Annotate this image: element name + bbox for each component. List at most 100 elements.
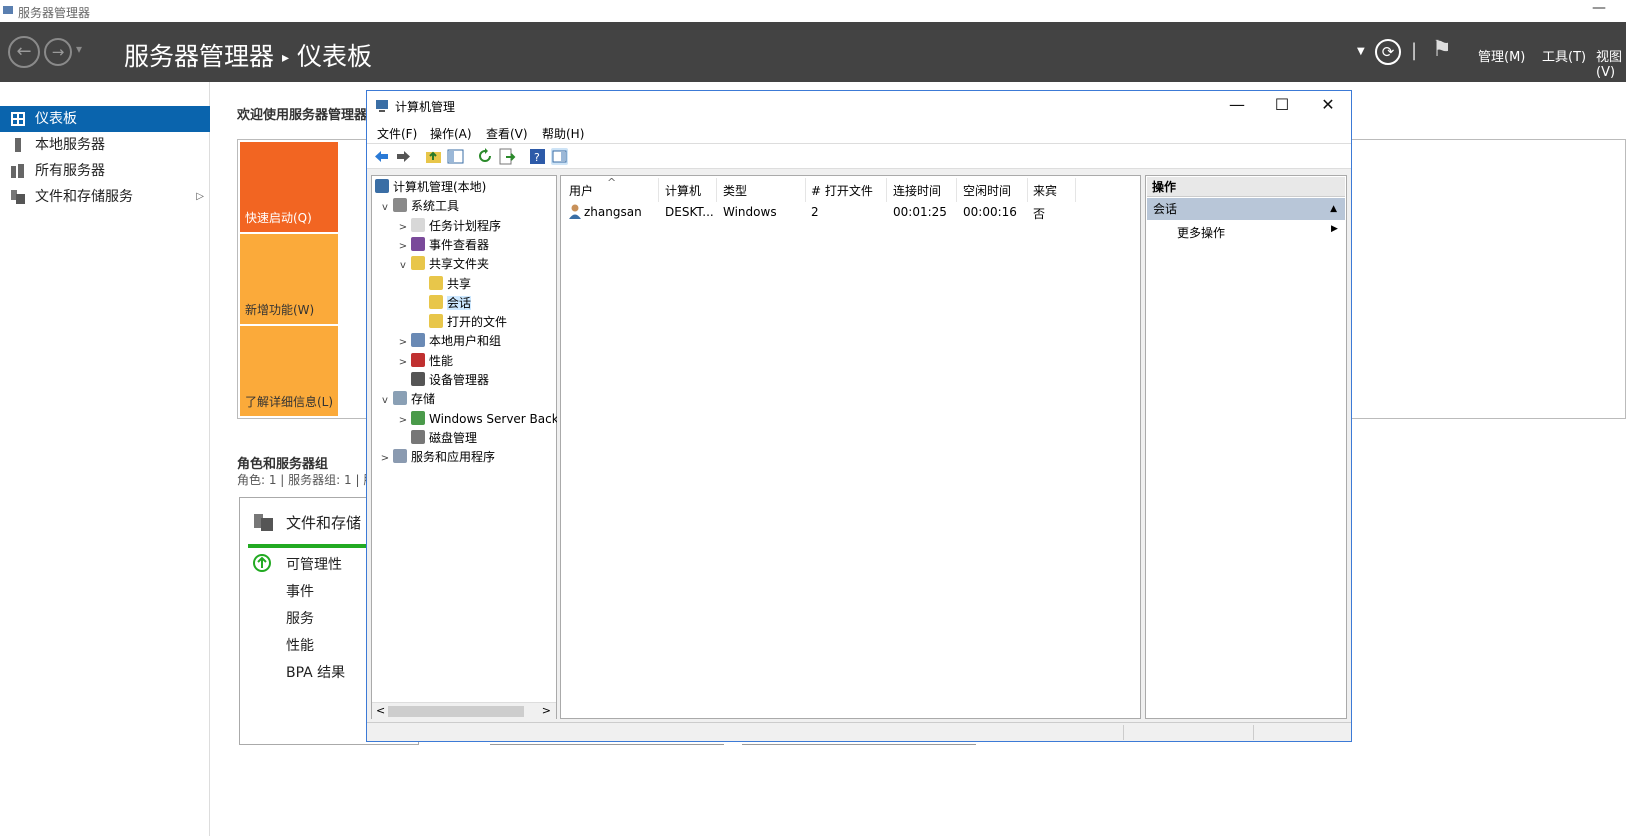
scroll-left-arrow-icon[interactable]: < xyxy=(376,704,385,717)
refresh-button[interactable]: ⟳ xyxy=(1375,39,1401,65)
tree-node-label: 共享 xyxy=(447,276,472,291)
expand-chevron-icon[interactable]: > xyxy=(397,333,409,352)
minimize-button[interactable]: — xyxy=(1592,0,1606,16)
tree-node[interactable]: 磁盘管理 xyxy=(397,429,477,448)
tile-whats-new[interactable]: 新增功能(W) xyxy=(240,234,338,324)
card-item-bpa[interactable]: BPA 结果 xyxy=(286,662,345,682)
tree-node[interactable]: > 性能 xyxy=(397,352,453,371)
export-list-icon[interactable] xyxy=(499,148,516,165)
expand-chevron-icon[interactable]: > xyxy=(397,218,409,237)
menu-file[interactable]: 文件(F) xyxy=(377,125,417,142)
column-header-guest[interactable]: 来宾 xyxy=(1033,182,1057,199)
tree-node[interactable]: v 共享文件夹 xyxy=(397,255,489,274)
back-icon[interactable] xyxy=(373,148,390,165)
column-divider[interactable] xyxy=(956,178,957,202)
svg-text:?: ? xyxy=(534,151,540,164)
forward-button[interactable]: → xyxy=(44,38,72,66)
tree-node-label: 打开的文件 xyxy=(447,315,508,330)
expand-arrow-icon: ▷ xyxy=(196,191,204,202)
expand-chevron-icon[interactable]: > xyxy=(397,237,409,256)
column-divider[interactable] xyxy=(1075,178,1076,202)
tree-node[interactable]: > Windows Server Back xyxy=(397,410,557,429)
tree-node[interactable]: 打开的文件 xyxy=(415,313,507,332)
tile-quick-start[interactable]: 快速启动(Q) xyxy=(240,142,338,232)
clock-icon xyxy=(411,217,425,232)
menu-view[interactable]: 查看(V) xyxy=(486,125,528,142)
card-item-performance[interactable]: 性能 xyxy=(286,635,314,655)
tree-node[interactable]: > 任务计划程序 xyxy=(397,217,501,236)
collapse-chevron-icon[interactable]: v xyxy=(397,256,409,275)
refresh-icon: ⟳ xyxy=(1381,43,1395,61)
column-header-connected-time[interactable]: 连接时间 xyxy=(893,182,941,199)
nav-item-label: 所有服务器 xyxy=(35,163,105,179)
window-minimize-button[interactable]: — xyxy=(1226,95,1248,117)
collapse-chevron-icon[interactable]: v xyxy=(379,391,391,410)
scroll-thumb[interactable] xyxy=(388,706,524,717)
column-header-idle-time[interactable]: 空闲时间 xyxy=(963,182,1011,199)
tree-node[interactable]: 共享 xyxy=(415,275,471,294)
expand-chevron-icon[interactable]: > xyxy=(397,353,409,372)
collapse-icon[interactable]: ▲ xyxy=(1330,198,1337,220)
column-header-computer[interactable]: 计算机 xyxy=(665,182,701,199)
column-header-type[interactable]: 类型 xyxy=(723,182,747,199)
forward-icon[interactable] xyxy=(395,148,412,165)
nav-item-dashboard[interactable]: 仪表板 xyxy=(0,106,210,132)
column-divider[interactable] xyxy=(886,178,887,202)
history-dropdown-icon[interactable]: ▾ xyxy=(76,42,82,56)
divider xyxy=(490,744,724,745)
column-divider[interactable] xyxy=(716,178,717,202)
desktop: 服务器管理器 — ← → ▾ 服务器管理器 ▸ 仪表板 ▼ ⟳ | ⚑ 管理(M) … xyxy=(0,0,1626,836)
nav-item-all-servers[interactable]: 所有服务器 xyxy=(0,158,210,184)
scroll-right-arrow-icon[interactable]: > xyxy=(542,704,551,717)
nav-item-local-server[interactable]: 本地服务器 xyxy=(0,132,210,158)
flag-icon[interactable]: ⚑ xyxy=(1432,37,1452,62)
window-close-button[interactable]: ✕ xyxy=(1317,95,1339,117)
tree-node[interactable]: 设备管理器 xyxy=(397,371,489,390)
card-item-manageability[interactable]: 可管理性 xyxy=(286,554,342,574)
tree-node[interactable]: v 存储 xyxy=(379,390,435,409)
window-maximize-button[interactable]: ☐ xyxy=(1271,95,1293,117)
column-divider[interactable] xyxy=(658,178,659,202)
column-divider[interactable] xyxy=(1027,178,1028,202)
notification-dropdown-icon[interactable]: ▼ xyxy=(1357,46,1365,57)
menu-tools[interactable]: 工具(T) xyxy=(1542,46,1586,65)
show-hide-tree-icon[interactable] xyxy=(447,148,464,165)
tree-node-label: 共享文件夹 xyxy=(429,257,490,272)
expand-chevron-icon[interactable]: > xyxy=(397,411,409,430)
nav-item-file-storage[interactable]: 文件和存储服务 ▷ xyxy=(0,184,210,210)
help-icon[interactable]: ? xyxy=(529,148,546,165)
column-header-user[interactable]: 用户 xyxy=(569,182,593,199)
card-item-services[interactable]: 服务 xyxy=(286,608,314,628)
column-header-open-files[interactable]: # 打开文件 xyxy=(811,182,873,199)
tree-node-label: 设备管理器 xyxy=(429,373,490,387)
collapse-chevron-icon[interactable]: v xyxy=(379,198,391,217)
tree-node[interactable]: 会话 xyxy=(415,294,472,313)
actions-section-session[interactable]: 会话 ▲ xyxy=(1147,198,1345,220)
tree-node[interactable]: > 服务和应用程序 xyxy=(379,448,495,467)
breadcrumb: 服务器管理器 ▸ 仪表板 xyxy=(124,37,372,73)
cell-open-files: 2 xyxy=(811,205,819,219)
back-button[interactable]: ← xyxy=(8,36,40,68)
menu-view[interactable]: 视图(V) xyxy=(1596,46,1626,80)
expand-chevron-icon[interactable]: > xyxy=(379,449,391,468)
role-card-title: 文件和存储 xyxy=(286,514,362,532)
breadcrumb-root[interactable]: 服务器管理器 xyxy=(124,42,274,71)
up-folder-icon[interactable] xyxy=(425,148,442,165)
tree-scrollbar[interactable]: < > xyxy=(372,702,556,719)
tree-node[interactable]: v 系统工具 xyxy=(379,197,459,216)
table-row[interactable]: zhangsan DESKT... Windows 2 00:01:25 00:… xyxy=(561,202,1140,222)
tile-learn-more[interactable]: 了解详细信息(L) xyxy=(240,326,338,416)
refresh-icon[interactable] xyxy=(477,148,494,165)
menu-help[interactable]: 帮助(H) xyxy=(542,125,584,142)
column-divider[interactable] xyxy=(805,178,806,202)
more-actions-item[interactable]: 更多操作 xyxy=(1177,224,1225,241)
menu-action[interactable]: 操作(A) xyxy=(430,125,472,142)
tree-node[interactable]: 计算机管理(本地) xyxy=(373,178,486,197)
card-item-events[interactable]: 事件 xyxy=(286,581,314,601)
computer-icon xyxy=(375,179,389,193)
menu-manage[interactable]: 管理(M) xyxy=(1478,46,1525,65)
tree-node[interactable]: > 事件查看器 xyxy=(397,236,489,255)
tree-node[interactable]: > 本地用户和组 xyxy=(397,332,501,351)
breadcrumb-separator-icon: ▸ xyxy=(282,50,290,66)
show-hide-action-pane-icon[interactable] xyxy=(551,148,568,165)
